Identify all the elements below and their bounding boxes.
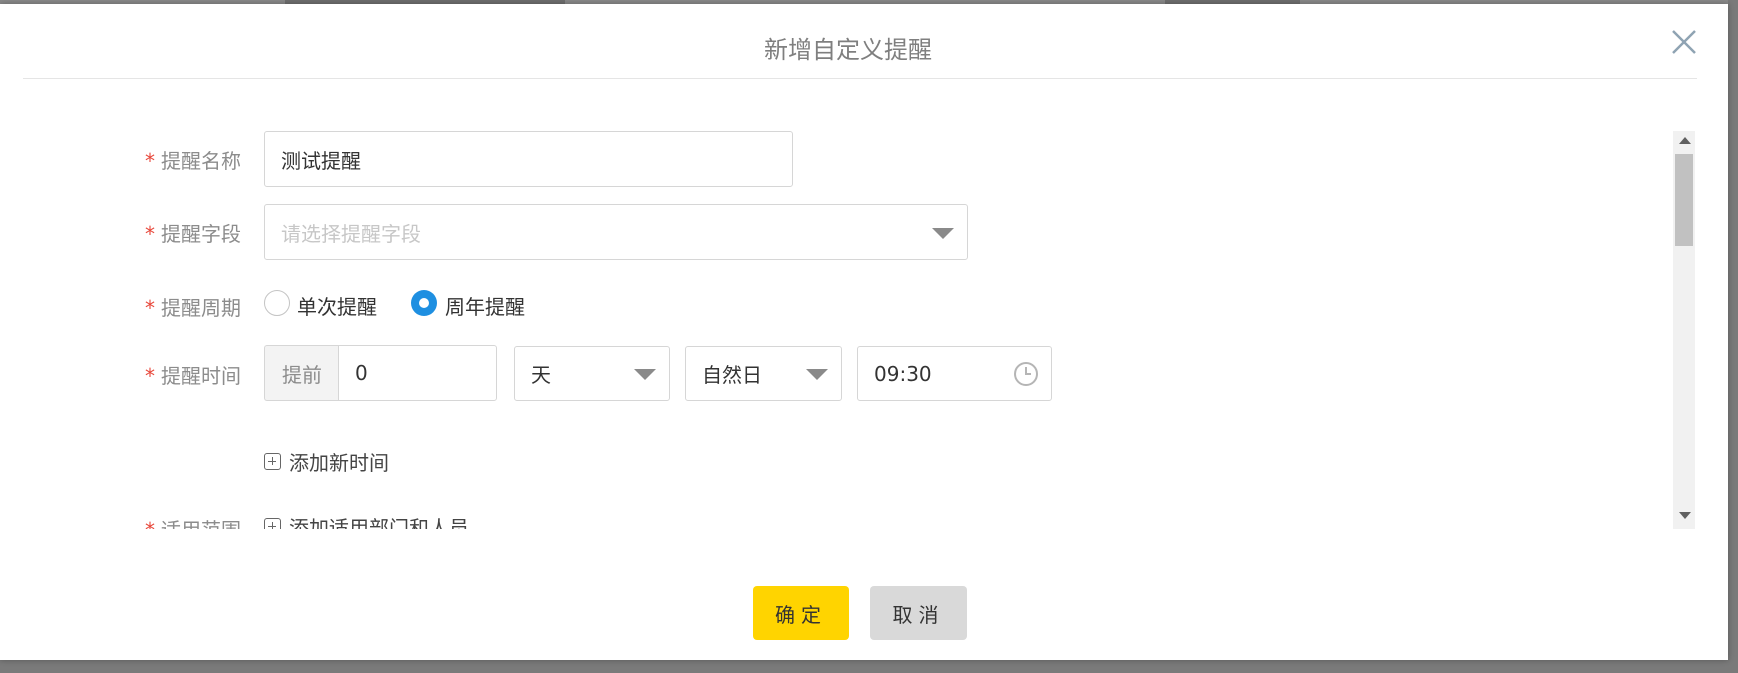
- cycle-label: * 提醒周期: [145, 292, 247, 321]
- close-icon[interactable]: [1668, 26, 1700, 58]
- add-new-time-link[interactable]: 添加新时间: [264, 447, 389, 476]
- reminder-name-value: 测试提醒: [281, 148, 361, 173]
- scroll-down-arrow-icon[interactable]: [1679, 512, 1691, 519]
- time-label-text: 提醒时间: [161, 364, 241, 388]
- radio-annual-label[interactable]: 周年提醒: [445, 291, 525, 320]
- confirm-button[interactable]: 确定: [753, 586, 849, 640]
- day-type-select[interactable]: 自然日: [685, 346, 842, 401]
- radio-single-label[interactable]: 单次提醒: [297, 291, 377, 320]
- clock-icon: [1013, 361, 1039, 392]
- day-type-value: 自然日: [702, 363, 762, 387]
- add-new-time-label: 添加新时间: [289, 451, 389, 475]
- advance-amount-input[interactable]: 0: [338, 345, 497, 401]
- name-label: * 提醒名称: [145, 145, 247, 174]
- chevron-down-icon: [634, 369, 656, 380]
- reminder-clock-value: 09:30: [874, 361, 932, 386]
- dialog-title: 新增自定义提醒: [764, 36, 932, 64]
- scope-label-text: 适用范围: [161, 518, 241, 529]
- scrollbar-thumb[interactable]: [1675, 154, 1693, 246]
- cancel-button[interactable]: 取消: [870, 586, 967, 640]
- name-label-text: 提醒名称: [161, 149, 241, 173]
- add-custom-reminder-dialog: 新增自定义提醒 * 提醒名称 测试提醒 * 提醒字段 请选择提醒字段 * 提醒周期 单…: [0, 4, 1728, 660]
- cycle-label-text: 提醒周期: [161, 296, 241, 320]
- radio-single-reminder[interactable]: [264, 290, 290, 316]
- time-label: * 提醒时间: [145, 360, 247, 389]
- modal-overlay-bottom: [0, 660, 1738, 673]
- radio-annual-reminder[interactable]: [411, 290, 437, 316]
- field-label: * 提醒字段: [145, 218, 247, 247]
- required-mark: *: [145, 296, 155, 320]
- required-mark: *: [145, 364, 155, 388]
- scope-label: * 适用范围: [145, 514, 247, 529]
- plus-square-icon: [264, 453, 281, 470]
- reminder-clock-input[interactable]: 09:30: [857, 346, 1052, 401]
- time-unit-select[interactable]: 天: [514, 346, 670, 401]
- plus-square-icon: [264, 518, 281, 529]
- advance-prefix-addon: 提前: [264, 345, 339, 401]
- form-scroll-area: * 提醒名称 测试提醒 * 提醒字段 请选择提醒字段 * 提醒周期 单次提醒 周年提醒…: [0, 129, 1670, 529]
- header-divider: [23, 78, 1697, 79]
- add-scope-link[interactable]: 添加适用部门和人员: [264, 512, 469, 529]
- field-label-text: 提醒字段: [161, 222, 241, 246]
- time-unit-value: 天: [531, 363, 551, 387]
- reminder-field-placeholder: 请选择提醒字段: [281, 221, 421, 246]
- required-mark: *: [145, 222, 155, 246]
- chevron-down-icon: [806, 369, 828, 380]
- chevron-down-icon: [932, 228, 954, 239]
- required-mark: *: [145, 518, 155, 529]
- modal-overlay-right: [1728, 0, 1738, 673]
- advance-prefix-text: 提前: [282, 362, 322, 387]
- advance-amount-value: 0: [355, 361, 368, 385]
- reminder-field-select[interactable]: 请选择提醒字段: [264, 204, 968, 260]
- scroll-up-arrow-icon[interactable]: [1679, 137, 1691, 144]
- reminder-name-input[interactable]: 测试提醒: [264, 131, 793, 187]
- add-scope-label: 添加适用部门和人员: [289, 516, 469, 529]
- required-mark: *: [145, 149, 155, 173]
